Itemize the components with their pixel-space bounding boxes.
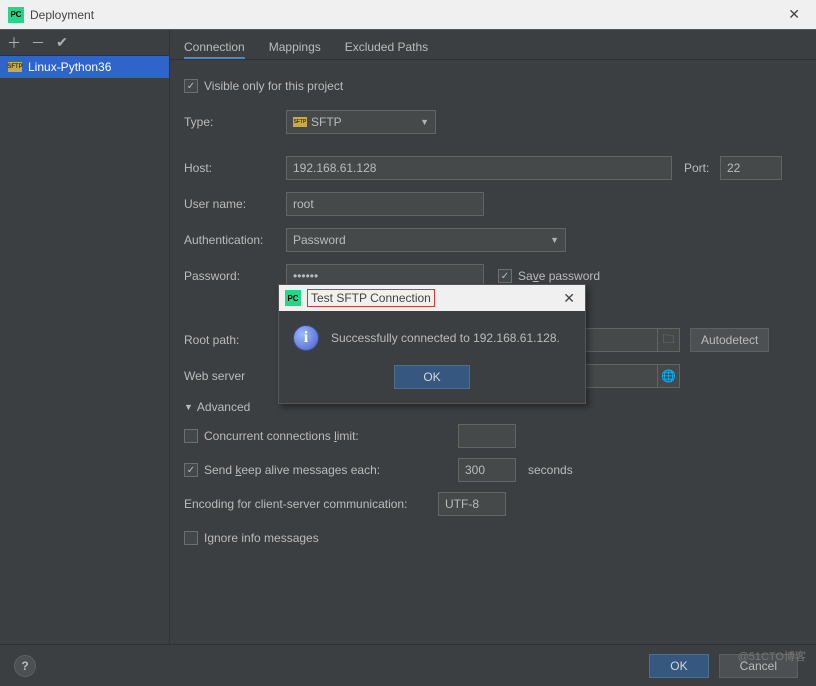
username-label: User name: <box>184 197 286 211</box>
chevron-down-icon: ▼ <box>550 235 559 245</box>
port-label: Port: <box>684 161 720 175</box>
ignore-info-label: Ignore info messages <box>204 531 319 545</box>
keepalive-checkbox[interactable] <box>184 463 198 477</box>
keepalive-label: Send keep alive messages each: <box>204 463 458 477</box>
port-input[interactable]: 22 <box>720 156 782 180</box>
web-server-label: Web server <box>184 369 286 383</box>
seconds-label: seconds <box>528 463 573 477</box>
add-button[interactable]: ＋ <box>6 35 22 51</box>
browse-folder-icon[interactable]: 🗀 <box>658 328 680 352</box>
username-input[interactable]: root <box>286 192 484 216</box>
sidebar-toolbar: ＋ － ✔ <box>0 30 169 56</box>
encoding-input[interactable]: UTF-8 <box>438 492 506 516</box>
save-password-checkbox[interactable] <box>498 269 512 283</box>
sidebar: ＋ － ✔ SFTP Linux-Python36 <box>0 30 170 644</box>
sidebar-item-label: Linux-Python36 <box>28 60 111 74</box>
dialog-footer: ? OK Cancel <box>0 644 816 686</box>
ignore-info-checkbox[interactable] <box>184 531 198 545</box>
type-select[interactable]: SFTP SFTP ▼ <box>286 110 436 134</box>
host-label: Host: <box>184 161 286 175</box>
dialog-title: Test SFTP Connection <box>307 291 559 305</box>
tab-mappings[interactable]: Mappings <box>269 36 321 59</box>
apply-icon[interactable]: ✔ <box>54 35 70 51</box>
dialog-titlebar: PC Test SFTP Connection ✕ <box>279 285 585 311</box>
root-path-label: Root path: <box>184 333 286 347</box>
sftp-server-icon: SFTP <box>8 62 22 72</box>
info-icon: i <box>293 325 319 351</box>
visible-only-label: Visible only for this project <box>204 79 343 93</box>
concurrent-input[interactable] <box>458 424 516 448</box>
dialog-message: Successfully connected to 192.168.61.128… <box>331 331 560 345</box>
advanced-section: Concurrent connections limit: Send keep … <box>184 424 802 550</box>
sftp-icon: SFTP <box>293 117 307 127</box>
type-label: Type: <box>184 115 286 129</box>
pycharm-icon: PC <box>8 7 24 23</box>
advanced-label: Advanced <box>197 400 250 414</box>
dialog-ok-button[interactable]: OK <box>394 365 469 389</box>
test-connection-dialog: PC Test SFTP Connection ✕ i Successfully… <box>278 284 586 404</box>
watermark: @51CTO博客 <box>738 648 806 664</box>
tabs: Connection Mappings Excluded Paths <box>170 30 816 60</box>
auth-select[interactable]: Password ▼ <box>286 228 566 252</box>
visible-only-checkbox[interactable] <box>184 79 198 93</box>
window-titlebar: PC Deployment ✕ <box>0 0 816 30</box>
auth-label: Authentication: <box>184 233 286 247</box>
password-label: Password: <box>184 269 286 283</box>
autodetect-button[interactable]: Autodetect <box>690 328 769 352</box>
chevron-down-icon: ▼ <box>184 402 193 412</box>
save-password-label: Save password <box>518 269 600 283</box>
sidebar-item-linux-python36[interactable]: SFTP Linux-Python36 <box>0 56 169 78</box>
chevron-down-icon: ▼ <box>420 117 429 127</box>
type-value: SFTP <box>311 115 342 129</box>
dialog-close-icon[interactable]: ✕ <box>559 290 579 307</box>
host-input[interactable]: 192.168.61.128 <box>286 156 672 180</box>
help-button[interactable]: ? <box>14 655 36 677</box>
encoding-label: Encoding for client-server communication… <box>184 497 438 511</box>
ok-button[interactable]: OK <box>649 654 708 678</box>
globe-icon[interactable]: 🌐 <box>658 364 680 388</box>
server-list: SFTP Linux-Python36 <box>0 56 169 78</box>
auth-value: Password <box>293 233 346 247</box>
dialog-footer-inner: OK <box>279 357 585 403</box>
concurrent-label: Concurrent connections limit: <box>204 429 458 443</box>
keepalive-input[interactable]: 300 <box>458 458 516 482</box>
window-title: Deployment <box>30 8 780 22</box>
tab-excluded-paths[interactable]: Excluded Paths <box>345 36 428 59</box>
dialog-body: i Successfully connected to 192.168.61.1… <box>279 311 585 357</box>
remove-button[interactable]: － <box>30 35 46 51</box>
concurrent-checkbox[interactable] <box>184 429 198 443</box>
pycharm-icon: PC <box>285 290 301 306</box>
window-close-icon[interactable]: ✕ <box>780 6 808 23</box>
tab-connection[interactable]: Connection <box>184 36 245 59</box>
